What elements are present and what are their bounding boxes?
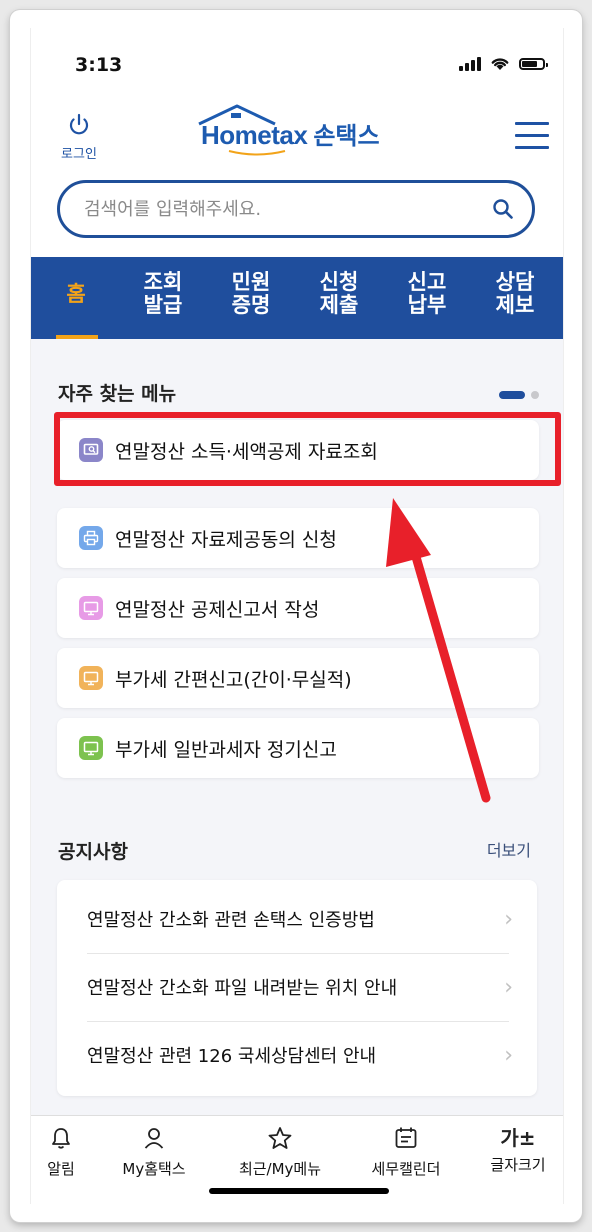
tab-alerts[interactable]: 알림: [31, 1126, 106, 1179]
logo-korean: 손택스: [313, 122, 380, 150]
app-screen: 3:13 로그인 Hometax 손택스 검색어를 입력해주세요. 홈 조회 발…: [30, 28, 564, 1204]
phone-frame: 3:13 로그인 Hometax 손택스 검색어를 입력해주세요. 홈 조회 발…: [10, 10, 582, 1222]
tab-label-line1: 조회: [143, 270, 183, 294]
tab-font-size[interactable]: 가± 글자크기: [473, 1126, 563, 1175]
home-indicator: [209, 1188, 389, 1194]
bottom-tab-bar: 알림 My홈택스 최근/My메뉴 세무캘린더 가± 글자크기: [31, 1115, 563, 1179]
tab-tax-calendar[interactable]: 세무캘린더: [361, 1126, 451, 1179]
chevron-right-icon: ›: [504, 1042, 513, 1068]
tab-label: My홈택스: [122, 1160, 186, 1178]
quick-menu-label: 연말정산 자료제공동의 신청: [115, 528, 337, 551]
page-dot: [531, 391, 539, 399]
notice-title: 연말정산 간소화 관련 손택스 인증방법: [87, 910, 375, 931]
notice-item[interactable]: 연말정산 관련 126 국세상담센터 안내 ›: [87, 1021, 513, 1089]
notice-list: 연말정산 간소화 관련 손택스 인증방법 › 연말정산 간소화 파일 내려받는 …: [57, 880, 537, 1096]
status-time: 3:13: [75, 54, 123, 76]
search-icon[interactable]: [492, 198, 514, 220]
monitor-icon: [79, 596, 103, 620]
search-box[interactable]: [57, 180, 535, 238]
login-button[interactable]: 로그인: [55, 112, 103, 162]
frequent-menu-title: 자주 찾는 메뉴: [58, 383, 177, 405]
chevron-right-icon: ›: [504, 974, 513, 1000]
highlight-box: [54, 412, 561, 486]
star-icon: [268, 1127, 292, 1149]
tab-consult-report[interactable]: 상담 제보: [480, 271, 550, 317]
main-nav: 홈 조회 발급 민원 증명 신청 제출 신고 납부 상담 제보: [31, 257, 563, 339]
notice-item[interactable]: 연말정산 간소화 파일 내려받는 위치 안내 ›: [87, 953, 513, 1021]
page-indicator[interactable]: [499, 391, 539, 399]
tab-label-line1: 신청: [319, 270, 359, 294]
signal-icon: [459, 56, 481, 71]
tab-report-pay[interactable]: 신고 납부: [392, 271, 462, 317]
tab-label-line1: 민원: [231, 270, 271, 294]
calendar-icon: [395, 1127, 417, 1148]
tab-civil-certificate[interactable]: 민원 증명: [216, 271, 286, 317]
tab-label: 알림: [47, 1160, 75, 1178]
tab-label-line2: 발급: [143, 293, 183, 317]
tab-label-line1: 상담: [495, 270, 535, 294]
status-bar: 3:13: [31, 28, 563, 84]
wifi-icon: [491, 58, 509, 70]
login-label: 로그인: [61, 147, 97, 162]
printer-icon: [79, 526, 103, 550]
tab-home[interactable]: 홈: [41, 283, 111, 306]
quick-menu-label: 연말정산 공제신고서 작성: [115, 598, 320, 621]
hometax-logo[interactable]: Hometax 손택스: [198, 104, 380, 156]
chevron-right-icon: ›: [504, 906, 513, 932]
tab-label: 글자크기: [490, 1156, 546, 1174]
battery-icon: [519, 57, 548, 70]
power-icon: [69, 113, 89, 135]
more-link[interactable]: 더보기: [487, 837, 531, 861]
app-header: 로그인 Hometax 손택스: [31, 100, 563, 170]
search-input[interactable]: [82, 197, 492, 221]
logo-swoosh: [228, 150, 286, 156]
font-size-icon: 가±: [500, 1126, 536, 1150]
page-dot-active: [499, 391, 525, 399]
tab-label: 세무캘린더: [371, 1160, 441, 1178]
quick-menu-item[interactable]: 연말정산 공제신고서 작성: [57, 578, 539, 638]
tab-home-label: 홈: [66, 282, 86, 306]
tab-inquiry-issue[interactable]: 조회 발급: [128, 271, 198, 317]
main-content: 자주 찾는 메뉴 연말정산 소득·세액공제 자료조회 연말정산 자료제공동의 신…: [31, 339, 563, 1115]
tab-label: 최근/My메뉴: [238, 1160, 322, 1178]
bell-icon: [52, 1128, 70, 1149]
notice-title: 연말정산 간소화 파일 내려받는 위치 안내: [87, 978, 398, 999]
notice-item[interactable]: 연말정산 간소화 관련 손택스 인증방법 ›: [87, 885, 513, 953]
tab-label-line1: 신고: [407, 270, 447, 294]
notice-title: 연말정산 관련 126 국세상담센터 안내: [87, 1046, 377, 1067]
tab-label-line2: 납부: [407, 293, 447, 317]
quick-menu-item[interactable]: 부가세 간편신고(간이·무실적): [57, 648, 539, 708]
tab-my-hometax[interactable]: My홈택스: [109, 1126, 199, 1179]
quick-menu-item[interactable]: 연말정산 자료제공동의 신청: [57, 508, 539, 568]
monitor-icon: [79, 736, 103, 760]
tab-label-line2: 제출: [319, 293, 359, 317]
quick-menu-item[interactable]: 부가세 일반과세자 정기신고: [57, 718, 539, 778]
logo-word: Hometax: [201, 120, 308, 150]
tab-recent-menu[interactable]: 최근/My메뉴: [235, 1126, 325, 1179]
status-icons: [459, 56, 548, 71]
monitor-icon: [79, 666, 103, 690]
hamburger-menu-button[interactable]: [515, 122, 549, 158]
notices-title: 공지사항: [58, 841, 128, 863]
tab-label-line2: 증명: [231, 293, 271, 317]
tab-label-line2: 제보: [495, 293, 535, 317]
quick-menu-label: 부가세 일반과세자 정기신고: [115, 738, 337, 761]
quick-menu-label: 부가세 간편신고(간이·무실적): [115, 668, 352, 691]
tab-apply-submit[interactable]: 신청 제출: [304, 271, 374, 317]
person-icon: [144, 1128, 164, 1149]
